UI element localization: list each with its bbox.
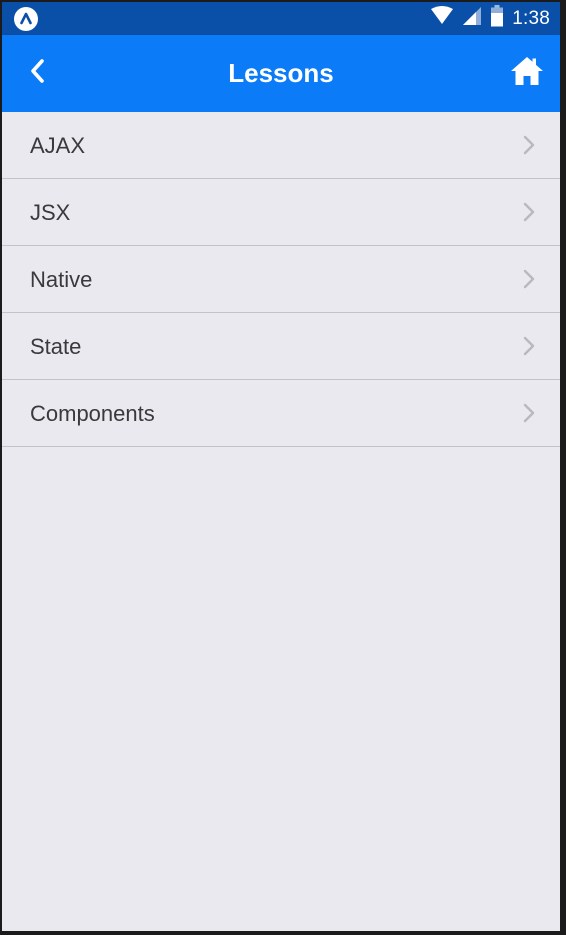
battery-icon — [490, 5, 504, 32]
chevron-right-icon — [522, 269, 536, 289]
signal-icon — [462, 6, 482, 31]
screen: 1:38 Lessons AJAX JSX Native State Compo… — [2, 2, 560, 931]
chevron-right-icon — [522, 336, 536, 356]
list-item-label: Components — [30, 401, 155, 426]
chevron-right-icon — [522, 403, 536, 423]
status-icons: 1:38 — [430, 2, 550, 35]
chevron-right-icon — [522, 202, 536, 222]
list-item-label: State — [30, 334, 82, 359]
page-title: Lessons — [228, 58, 334, 88]
list-item-components[interactable]: Components — [2, 380, 560, 447]
home-icon — [510, 56, 544, 91]
home-button[interactable] — [508, 55, 546, 91]
list-item-label: Native — [30, 267, 93, 292]
list-item-ajax[interactable]: AJAX — [2, 112, 560, 179]
list-item-state[interactable]: State — [2, 313, 560, 380]
list-item-label: AJAX — [30, 133, 86, 158]
react-native-icon — [14, 7, 38, 31]
chevron-right-icon — [522, 135, 536, 155]
status-time: 1:38 — [512, 7, 550, 29]
list-item-native[interactable]: Native — [2, 246, 560, 313]
lessons-list: AJAX JSX Native State Components — [2, 112, 560, 447]
wifi-icon — [430, 6, 454, 31]
list-item-jsx[interactable]: JSX — [2, 179, 560, 246]
status-bar: 1:38 — [2, 2, 560, 35]
list-item-label: JSX — [30, 200, 71, 225]
navigation-header: Lessons — [2, 35, 560, 112]
